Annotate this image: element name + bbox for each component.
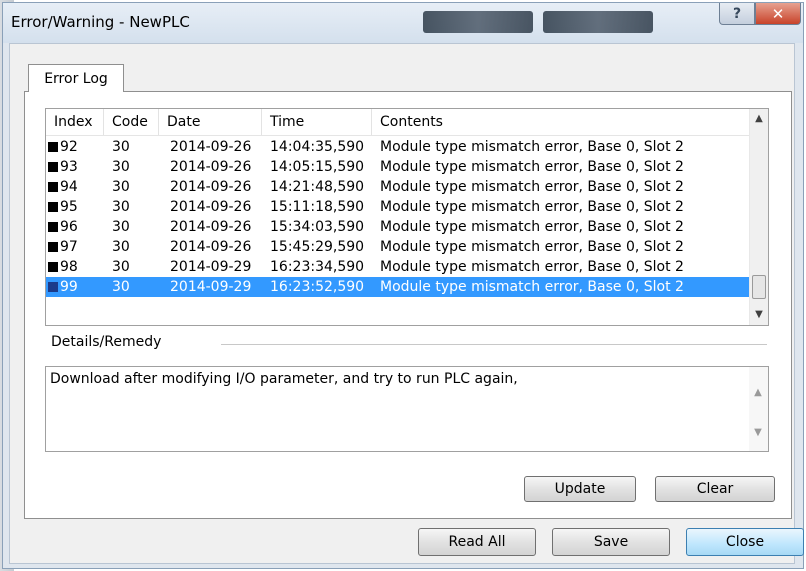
row-date: 2014-09-26 [170, 219, 252, 235]
details-remedy-box[interactable]: Download after modifying I/O parameter, … [45, 366, 769, 452]
window-title: Error/Warning - NewPLC [11, 13, 190, 31]
row-code: 30 [112, 219, 130, 235]
row-contents: Module type mismatch error, Base 0, Slot… [380, 179, 684, 195]
clear-button[interactable]: Clear [655, 476, 775, 502]
column-header-contents[interactable]: Contents [372, 109, 749, 135]
row-contents: Module type mismatch error, Base 0, Slot… [380, 159, 684, 175]
row-date: 2014-09-26 [170, 139, 252, 155]
row-contents: Module type mismatch error, Base 0, Slot… [380, 219, 684, 235]
row-time: 16:23:34,590 [270, 259, 365, 275]
table-row[interactable]: 98 30 2014-09-29 16:23:34,590 Module type mi… [46, 257, 749, 277]
row-index-label: 93 [60, 159, 78, 175]
row-index: 95 [48, 197, 78, 217]
row-index-label: 99 [60, 279, 78, 295]
black-square-icon [48, 242, 58, 252]
column-header-date[interactable]: Date [159, 109, 262, 135]
row-index: 99 [48, 277, 78, 297]
row-code: 30 [112, 199, 130, 215]
error-warning-dialog: Error/Warning - NewPLC ? ✕ Error Log Ind… [2, 2, 804, 569]
row-time: 15:11:18,590 [270, 199, 365, 215]
table-row[interactable]: 97 30 2014-09-26 15:45:29,590 Module type mi… [46, 237, 749, 257]
tab-error-log[interactable]: Error Log [28, 64, 124, 92]
list-header: Index Code Date Time Contents [46, 109, 749, 136]
save-button[interactable]: Save [552, 528, 670, 556]
row-contents: Module type mismatch error, Base 0, Slot… [380, 259, 684, 275]
row-code: 30 [112, 239, 130, 255]
row-index-label: 97 [60, 239, 78, 255]
background-blur [543, 11, 653, 33]
row-date: 2014-09-29 [170, 259, 252, 275]
row-index: 96 [48, 217, 78, 237]
group-divider [221, 344, 767, 345]
column-header-index[interactable]: Index [46, 109, 104, 135]
black-square-icon [48, 222, 58, 232]
scroll-thumb[interactable] [752, 275, 766, 299]
column-header-time[interactable]: Time [262, 109, 372, 135]
table-row[interactable]: 93 30 2014-09-26 14:05:15,590 Module type mi… [46, 157, 749, 177]
title-close-button[interactable]: ✕ [755, 3, 801, 25]
row-index: 92 [48, 137, 78, 157]
row-code: 30 [112, 279, 130, 295]
row-code: 30 [112, 179, 130, 195]
row-time: 15:45:29,590 [270, 239, 365, 255]
row-code: 30 [112, 139, 130, 155]
dialog-client-area: Error Log Index Code Date Time Contents … [9, 43, 804, 564]
background-blur [423, 11, 533, 33]
table-row[interactable]: 96 30 2014-09-26 15:34:03,590 Module type mi… [46, 217, 749, 237]
row-index: 93 [48, 157, 78, 177]
table-row[interactable]: 95 30 2014-09-26 15:11:18,590 Module type mi… [46, 197, 749, 217]
help-button[interactable]: ? [719, 3, 755, 25]
tab-panel-error-log: Index Code Date Time Contents 92 30 2014-0… [24, 91, 792, 519]
row-time: 15:34:03,590 [270, 219, 365, 235]
details-scroll-up-arrow-icon[interactable]: ▲ [749, 383, 767, 401]
row-time: 14:05:15,590 [270, 159, 365, 175]
row-code: 30 [112, 159, 130, 175]
row-index: 94 [48, 177, 78, 197]
row-contents: Module type mismatch error, Base 0, Slot… [380, 139, 684, 155]
row-date: 2014-09-26 [170, 199, 252, 215]
column-header-code[interactable]: Code [104, 109, 159, 135]
details-group-label: Details/Remedy [51, 334, 168, 350]
row-index-label: 94 [60, 179, 78, 195]
row-time: 14:04:35,590 [270, 139, 365, 155]
table-row[interactable]: 94 30 2014-09-26 14:21:48,590 Module type mi… [46, 177, 749, 197]
read-all-button[interactable]: Read All [418, 528, 536, 556]
black-square-icon [48, 282, 58, 292]
row-index: 98 [48, 257, 78, 277]
scroll-up-arrow-icon[interactable]: ▲ [750, 109, 768, 127]
row-index: 97 [48, 237, 78, 257]
close-button[interactable]: Close [686, 528, 804, 556]
row-index-label: 98 [60, 259, 78, 275]
update-button[interactable]: Update [524, 476, 636, 502]
row-time: 16:23:52,590 [270, 279, 365, 295]
row-index-label: 92 [60, 139, 78, 155]
row-index-label: 95 [60, 199, 78, 215]
table-row[interactable]: 92 30 2014-09-26 14:04:35,590 Module type mi… [46, 137, 749, 157]
row-date: 2014-09-26 [170, 179, 252, 195]
details-text: Download after modifying I/O parameter, … [50, 371, 518, 387]
row-code: 30 [112, 259, 130, 275]
table-row[interactable]: 99 30 2014-09-29 16:23:52,590 Module type mi… [46, 277, 749, 297]
title-bar[interactable]: Error/Warning - NewPLC ? ✕ [3, 3, 803, 43]
list-vertical-scrollbar[interactable]: ▲ ▼ [749, 109, 768, 325]
black-square-icon [48, 162, 58, 172]
row-index-label: 96 [60, 219, 78, 235]
black-square-icon [48, 262, 58, 272]
scroll-down-arrow-icon[interactable]: ▼ [750, 305, 768, 323]
row-time: 14:21:48,590 [270, 179, 365, 195]
black-square-icon [48, 142, 58, 152]
details-vertical-scrollbar[interactable]: ▲ ▼ [749, 367, 768, 451]
row-date: 2014-09-29 [170, 279, 252, 295]
row-contents: Module type mismatch error, Base 0, Slot… [380, 199, 684, 215]
black-square-icon [48, 182, 58, 192]
details-scroll-down-arrow-icon[interactable]: ▼ [749, 423, 767, 441]
row-date: 2014-09-26 [170, 159, 252, 175]
error-log-list[interactable]: Index Code Date Time Contents 92 30 2014-0… [45, 108, 769, 326]
black-square-icon [48, 202, 58, 212]
row-contents: Module type mismatch error, Base 0, Slot… [380, 279, 684, 295]
row-date: 2014-09-26 [170, 239, 252, 255]
row-contents: Module type mismatch error, Base 0, Slot… [380, 239, 684, 255]
